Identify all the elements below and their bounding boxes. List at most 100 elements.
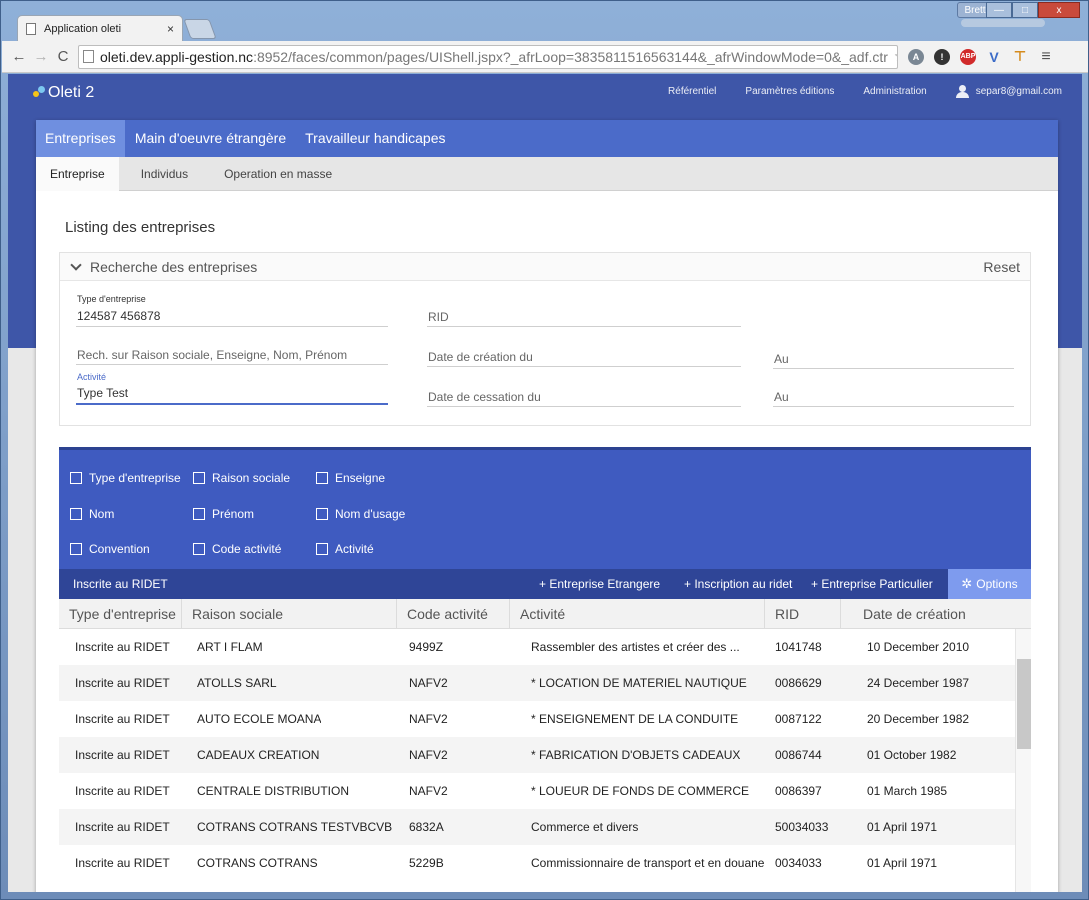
logo-icon (33, 86, 45, 100)
search-text-field[interactable]: Rech. sur Raison sociale, Enseigne, Nom,… (76, 345, 388, 365)
user-menu[interactable]: separ8@gmail.com (955, 85, 1062, 98)
cell-type-entreprise: Inscrite au RIDET (75, 820, 170, 834)
cell-activite: Commerce et divers (531, 820, 639, 834)
browser-tab[interactable]: Application oleti × (17, 15, 183, 41)
cell-type-entreprise: Inscrite au RIDET (75, 640, 170, 654)
nav-referentiel[interactable]: Référentiel (668, 86, 716, 97)
add-inscription-ridet-button[interactable]: + Inscription au ridet (684, 577, 792, 591)
add-entreprise-particulier-button[interactable]: + Entreprise Particulier (811, 577, 933, 591)
back-arrow-icon[interactable]: ← (8, 46, 30, 68)
url-path: :8952/faces/common/pages/UIShell.jspx?_a… (253, 48, 888, 65)
extension-info-icon[interactable]: ! (934, 48, 950, 65)
table-row[interactable]: Inscrite au RIDET ATOLLS SARL NAFV2 * LOCAT… (59, 665, 1015, 701)
column-header-code-activite[interactable]: Code activité (397, 599, 510, 629)
date-creation-au-field[interactable]: Au (773, 349, 1014, 369)
options-button[interactable]: ✲ Options (948, 569, 1031, 599)
minimize-button[interactable]: — (986, 2, 1012, 18)
nav-administration[interactable]: Administration (863, 86, 926, 97)
checkbox-icon (193, 472, 205, 484)
tab-close-icon[interactable]: × (167, 22, 174, 36)
table-row[interactable]: Inscrite au RIDET ART I FLAM 9499Z Rassembl… (59, 629, 1015, 665)
column-header-date-creation[interactable]: Date de création (841, 599, 1031, 629)
tab-travailleur-handicapes[interactable]: Travailleur handicapes (296, 120, 454, 157)
forward-arrow-icon[interactable]: → (30, 46, 52, 68)
reset-button[interactable]: Reset (983, 259, 1020, 275)
date-cessation-placeholder: Date de cessation du (428, 390, 541, 404)
cell-date-creation: 20 December 1982 (867, 712, 970, 726)
subtab-entreprise[interactable]: Entreprise (36, 157, 119, 191)
scrollbar-thumb[interactable] (1017, 659, 1031, 749)
rid-field[interactable]: RID (427, 307, 741, 327)
checkbox-nom-usage[interactable]: Nom d'usage (316, 507, 405, 521)
cell-code-activite: 9499Z (409, 640, 444, 654)
cell-rid: 0086744 (775, 748, 822, 762)
browser-window: Application oleti × Brett — □ x ← → C ol… (0, 0, 1089, 900)
date-cessation-au-field[interactable]: Au (773, 387, 1014, 407)
subtab-operation-en-masse[interactable]: Operation en masse (210, 157, 346, 191)
date-creation-field[interactable]: Date de création du (427, 347, 741, 367)
maximize-button[interactable]: □ (1012, 2, 1038, 18)
page-info-icon[interactable] (83, 50, 94, 63)
checkbox-prenom[interactable]: Prénom (193, 507, 254, 521)
cell-type-entreprise: Inscrite au RIDET (75, 676, 170, 690)
add-entreprise-etrangere-button[interactable]: + Entreprise Etrangere (539, 577, 660, 591)
checkbox-type-entreprise[interactable]: Type d'entreprise (70, 471, 181, 485)
checkbox-raison-sociale[interactable]: Raison sociale (193, 471, 290, 485)
extension-v-icon[interactable]: V (986, 49, 1002, 65)
checkbox-activite[interactable]: Activité (316, 542, 374, 556)
cell-type-entreprise: Inscrite au RIDET (75, 784, 170, 798)
cell-rid: 0087122 (775, 712, 822, 726)
user-email: separ8@gmail.com (975, 86, 1062, 97)
grid-toolbar: Inscrite au RIDET + Entreprise Etrangere… (59, 569, 1031, 599)
date-cessation-field[interactable]: Date de cessation du (427, 387, 741, 407)
extensions: A ! ABP V ⊤ ≡ (908, 48, 1054, 65)
new-tab-button[interactable] (183, 19, 217, 39)
subtab-individus[interactable]: Individus (127, 157, 202, 191)
activite-field[interactable]: Activité Type Test (76, 372, 388, 405)
bookmark-star-icon[interactable]: ☆ (888, 48, 897, 65)
type-entreprise-value: 124587 456878 (77, 309, 161, 323)
tab-main-oeuvre-etrangere[interactable]: Main d'oeuvre étrangère (126, 120, 295, 157)
table-row[interactable]: Inscrite au RIDET AUTO ECOLE MOANA NAFV2 * … (59, 701, 1015, 737)
column-header-rid[interactable]: RID (765, 599, 841, 629)
cell-activite: * LOCATION DE MATERIEL NAUTIQUE (531, 676, 747, 690)
table-row[interactable]: Inscrite au RIDET COTRANS COTRANS 5229B Com… (59, 845, 1015, 881)
window-controls: — □ x (986, 2, 1080, 18)
checkbox-icon (70, 508, 82, 520)
checkbox-label: Raison sociale (212, 471, 291, 485)
vertical-scrollbar[interactable] (1015, 629, 1031, 892)
table-row[interactable]: Inscrite au RIDET COTRANS COTRANS TESTVBC… (59, 809, 1015, 845)
cell-type-entreprise: Inscrite au RIDET (75, 712, 170, 726)
table-row[interactable]: Inscrite au RIDET CENTRALE DISTRIBUTION NA… (59, 773, 1015, 809)
browser-toolbar: ← → C oleti.dev.appli-gestion.nc :8952/f… (2, 41, 1088, 73)
extension-bookmark-icon[interactable]: ⊤ (1012, 48, 1028, 65)
checkbox-label: Nom d'usage (335, 507, 406, 521)
window-close-button[interactable]: x (1038, 2, 1080, 18)
type-entreprise-field[interactable]: Type d'entreprise 124587 456878 (76, 294, 388, 327)
extension-shield-icon[interactable]: A (908, 48, 924, 65)
checkbox-convention[interactable]: Convention (70, 542, 150, 556)
checkbox-nom[interactable]: Nom (70, 507, 114, 521)
address-bar[interactable]: oleti.dev.appli-gestion.nc :8952/faces/c… (78, 44, 898, 69)
profile-email-redacted (961, 19, 1045, 27)
tab-entreprises[interactable]: Entreprises (36, 120, 125, 157)
browser-tab-title: Application oleti (44, 22, 122, 35)
cell-type-entreprise: Inscrite au RIDET (75, 856, 170, 870)
search-panel-header[interactable]: Recherche des entreprises Reset (60, 253, 1030, 281)
column-header-type-entreprise[interactable]: Type d'entreprise (59, 599, 182, 629)
reload-icon[interactable]: C (52, 46, 74, 68)
checkbox-code-activite[interactable]: Code activité (193, 542, 281, 556)
app-logo[interactable]: Oleti 2 (33, 84, 94, 102)
checkbox-icon (316, 543, 328, 555)
table-row[interactable]: Inscrite au RIDET CADEAUX CREATION NAFV2 * … (59, 737, 1015, 773)
top-nav: Référentiel Paramètres éditions Administ… (639, 85, 1062, 98)
cell-rid: 0086629 (775, 676, 822, 690)
column-header-activite[interactable]: Activité (510, 599, 765, 629)
column-header-raison-sociale[interactable]: Raison sociale (182, 599, 397, 629)
tab-strip: Application oleti × Brett — □ x (1, 1, 1088, 41)
nav-parametres-editions[interactable]: Paramètres éditions (745, 86, 834, 97)
cell-raison-sociale: ART I FLAM (197, 640, 263, 654)
adblock-icon[interactable]: ABP (960, 48, 976, 65)
menu-icon[interactable]: ≡ (1038, 48, 1054, 65)
checkbox-enseigne[interactable]: Enseigne (316, 471, 385, 485)
